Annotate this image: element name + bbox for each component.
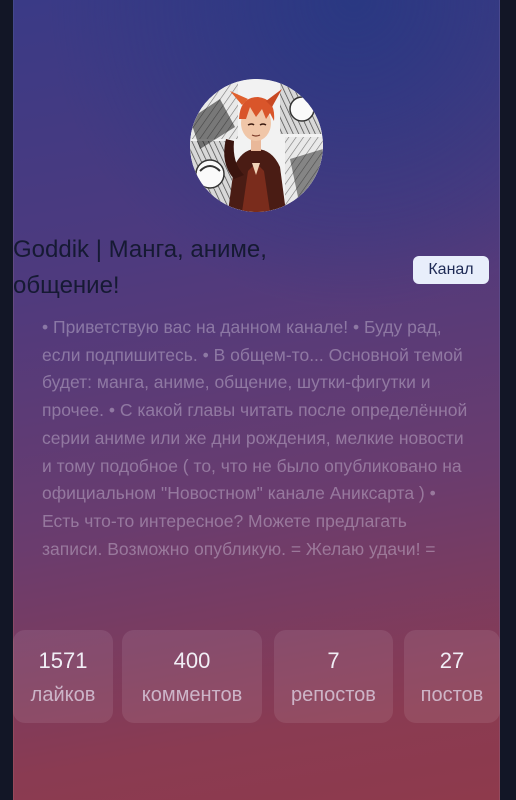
channel-screen: Goddik | Манга, аниме, общение! Канал • … xyxy=(0,0,516,800)
channel-title-line1: Goddik | Манга, аниме, xyxy=(13,236,267,263)
comments-stat[interactable]: 400 комментов xyxy=(122,630,262,723)
reposts-label: репостов xyxy=(291,684,376,706)
channel-avatar[interactable] xyxy=(190,79,323,212)
likes-count: 1571 xyxy=(38,648,88,673)
manga-character-avatar-icon xyxy=(190,79,323,212)
reposts-count: 7 xyxy=(327,648,340,673)
channel-title: Goddik | Манга, аниме, общение! xyxy=(13,232,353,304)
channel-type-badge[interactable]: Канал xyxy=(413,256,489,284)
likes-label: лайков xyxy=(30,684,96,706)
comments-label: комментов xyxy=(141,684,243,706)
posts-label: постов xyxy=(420,684,484,706)
reposts-stat[interactable]: 7 репостов xyxy=(274,630,393,723)
comments-count: 400 xyxy=(173,648,211,673)
posts-stat[interactable]: 27 постов xyxy=(404,630,500,723)
channel-description: • Приветствую вас на данном канале! • Бу… xyxy=(42,317,468,559)
posts-count: 27 xyxy=(439,648,465,673)
likes-stat[interactable]: 1571 лайков xyxy=(13,630,113,723)
channel-title-line2: общение! xyxy=(13,272,120,299)
